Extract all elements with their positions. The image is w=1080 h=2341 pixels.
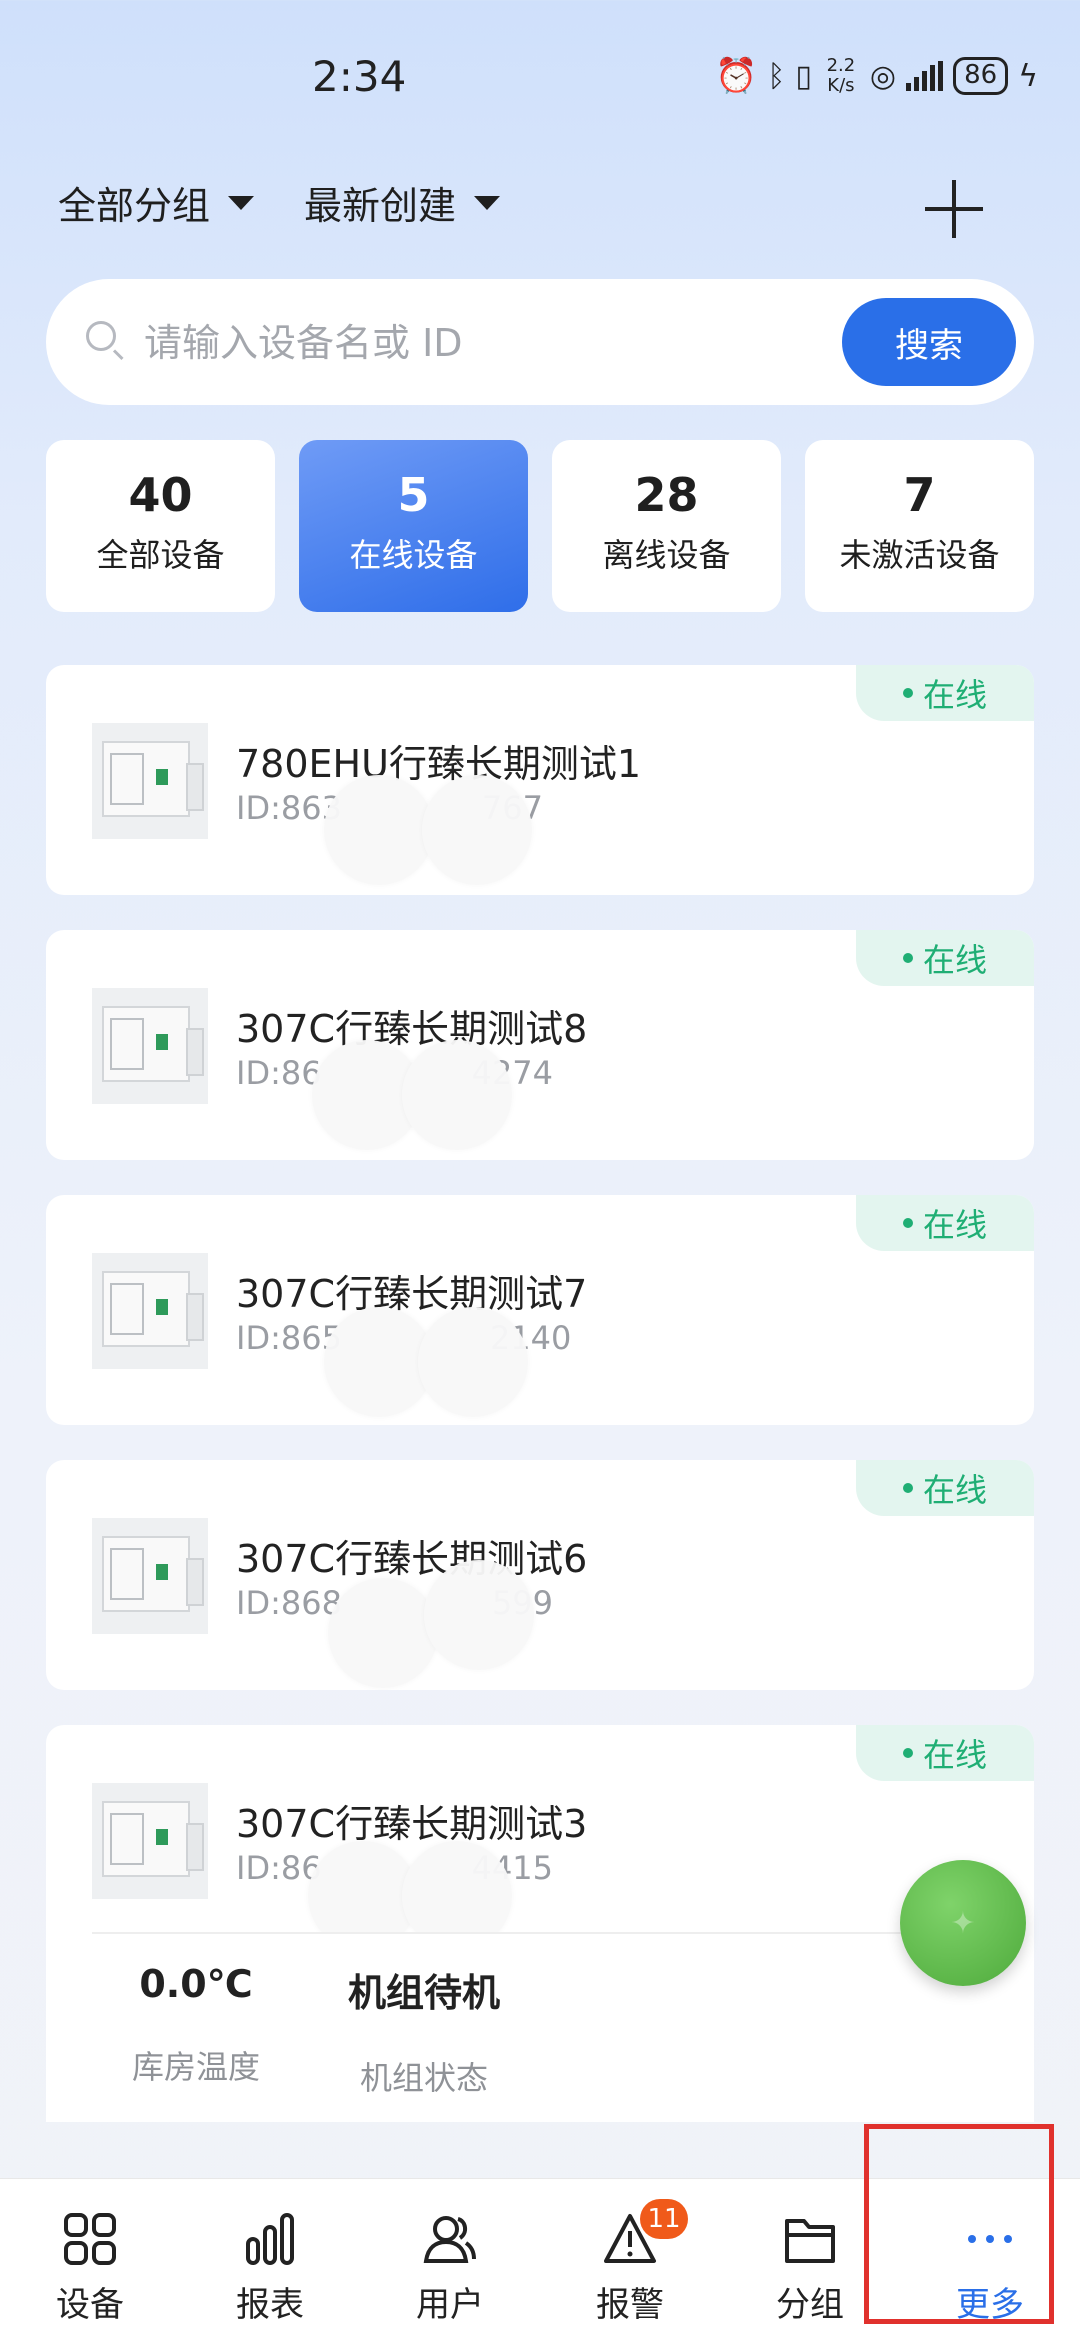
caret-down-icon: [228, 195, 255, 210]
online-badge: 在线: [856, 665, 1034, 721]
search-button[interactable]: 搜索: [842, 298, 1016, 386]
search-input[interactable]: [142, 309, 866, 377]
stat-card-offline[interactable]: 28 离线设备: [552, 440, 781, 612]
device-thumbnail: [92, 1518, 208, 1634]
redaction-mask: [422, 775, 532, 885]
device-thumbnail: [92, 723, 208, 839]
status-dot-icon: [902, 1218, 913, 1228]
users-icon: [423, 2216, 476, 2263]
alarm-icon: ⏰: [715, 56, 758, 96]
temperature-label: 库房温度: [131, 2048, 260, 2086]
temperature-metric: 0.0℃ 库房温度: [96, 1962, 296, 2088]
device-name: 307C行臻长期测试7: [236, 1272, 588, 1316]
charging-icon: ϟ: [1018, 58, 1038, 94]
stat-count: 40: [128, 468, 193, 522]
device-name: 780EHU行臻长期测试1: [236, 742, 642, 786]
device-name: 307C行臻长期测试6: [236, 1537, 588, 1581]
device-card[interactable]: 在线 307C行臻长期测试8 ID:86 4274: [46, 930, 1034, 1160]
group-filter-dropdown[interactable]: 全部分组: [58, 175, 255, 230]
status-dot-icon: [902, 1748, 913, 1758]
status-bar: 2:34 ⏰ ᛒ ▯ 2.2 K/s ◎ 86 ϟ: [0, 0, 1080, 160]
redaction-mask: [402, 1040, 512, 1150]
stat-card-inactive[interactable]: 7 未激活设备: [805, 440, 1034, 612]
unit-state-value: 机组待机: [347, 1971, 500, 2015]
online-status-text: 在线: [922, 1471, 987, 1509]
temperature-value: 0.0℃: [139, 1962, 253, 2006]
nav-label: 用户: [416, 2285, 484, 2325]
stat-label: 全部设备: [96, 536, 225, 574]
online-status-text: 在线: [922, 676, 987, 714]
bar-chart-icon: [246, 2213, 294, 2265]
ai-assistant-button[interactable]: ✦: [900, 1860, 1026, 1986]
stat-count: 5: [397, 468, 430, 522]
online-status-text: 在线: [922, 1206, 987, 1244]
redaction-mask: [424, 1560, 534, 1670]
device-thumbnail: [92, 1783, 208, 1899]
highlight-box: [864, 2124, 1054, 2324]
ai-assistant-icon: ✦: [950, 1905, 976, 1941]
online-status-text: 在线: [922, 1736, 987, 1774]
status-dot-icon: [902, 953, 913, 963]
sort-label: 最新创建: [304, 184, 457, 228]
stat-label: 离线设备: [602, 536, 731, 574]
hotspot-icon: ◎: [869, 58, 897, 94]
net-speed-unit: K/s: [827, 75, 855, 96]
grid-icon: [64, 2213, 116, 2265]
device-card[interactable]: 在线 307C行臻长期测试6 ID:868599: [46, 1460, 1034, 1690]
nav-item-reports[interactable]: 报表: [180, 2179, 360, 2341]
divider: [92, 1932, 988, 1934]
net-speed: 2.2 K/s: [822, 56, 860, 96]
caret-down-icon: [474, 195, 501, 210]
stat-card-online[interactable]: 5 在线设备: [299, 440, 528, 612]
online-badge: 在线: [856, 930, 1034, 986]
stat-label: 在线设备: [349, 536, 478, 574]
unit-state-label: 机组状态: [359, 2059, 488, 2097]
bluetooth-icon: ᛒ: [767, 58, 786, 94]
stat-label: 未激活设备: [839, 536, 1000, 574]
online-badge: 在线: [856, 1460, 1034, 1516]
device-id-prefix: ID:86: [236, 1849, 322, 1887]
stat-card-all[interactable]: 40 全部设备: [46, 440, 275, 612]
nav-label: 设备: [56, 2285, 124, 2325]
nav-item-users[interactable]: 用户: [360, 2179, 540, 2341]
device-detail-row: 0.0℃ 库房温度 机组待机 机组状态: [46, 1932, 1034, 2122]
device-thumbnail: [92, 1253, 208, 1369]
status-icons: ⏰ ᛒ ▯ 2.2 K/s ◎ 86 ϟ: [715, 56, 1038, 97]
search-bar: 搜索: [46, 279, 1034, 405]
device-card[interactable]: 在线 780EHU行臻长期测试1 ID:863767: [46, 665, 1034, 895]
stat-count: 7: [903, 468, 936, 522]
add-device-button[interactable]: [925, 180, 983, 238]
folder-icon: [785, 2219, 835, 2263]
stat-count: 28: [634, 468, 699, 522]
online-badge: 在线: [856, 1725, 1034, 1781]
search-icon: [86, 321, 116, 351]
online-status-text: 在线: [922, 941, 987, 979]
device-thumbnail: [92, 988, 208, 1104]
online-badge: 在线: [856, 1195, 1034, 1251]
nav-item-alerts[interactable]: 11 报警: [540, 2179, 720, 2341]
status-dot-icon: [902, 1483, 913, 1493]
status-time: 2:34: [312, 52, 407, 101]
redaction-mask: [328, 1578, 438, 1688]
device-name: 307C行臻长期测试8: [236, 1007, 588, 1051]
redaction-mask: [324, 775, 434, 885]
net-speed-value: 2.2: [826, 55, 856, 76]
group-filter-label: 全部分组: [58, 184, 211, 228]
alert-count-badge: 11: [640, 2199, 688, 2239]
sort-dropdown[interactable]: 最新创建: [304, 175, 501, 230]
nav-item-devices[interactable]: 设备: [0, 2179, 180, 2341]
5g-signal-icon: [906, 61, 944, 91]
status-dot-icon: [902, 688, 913, 698]
filter-row: 全部分组 最新创建: [58, 175, 501, 230]
device-name: 307C行臻长期测试3: [236, 1802, 588, 1846]
device-id-prefix: ID:86: [236, 1054, 322, 1092]
battery-indicator: 86: [953, 57, 1009, 95]
nav-label: 报表: [236, 2285, 304, 2325]
device-card[interactable]: 在线 307C行臻长期测试7 ID:865 2140: [46, 1195, 1034, 1425]
unit-state-metric: 机组待机 机组状态: [324, 1962, 524, 2099]
redaction-mask: [418, 1307, 528, 1417]
device-id-prefix: ID:868: [236, 1584, 342, 1622]
nav-label: 报警: [596, 2285, 664, 2325]
vibrate-icon: ▯: [795, 58, 812, 94]
